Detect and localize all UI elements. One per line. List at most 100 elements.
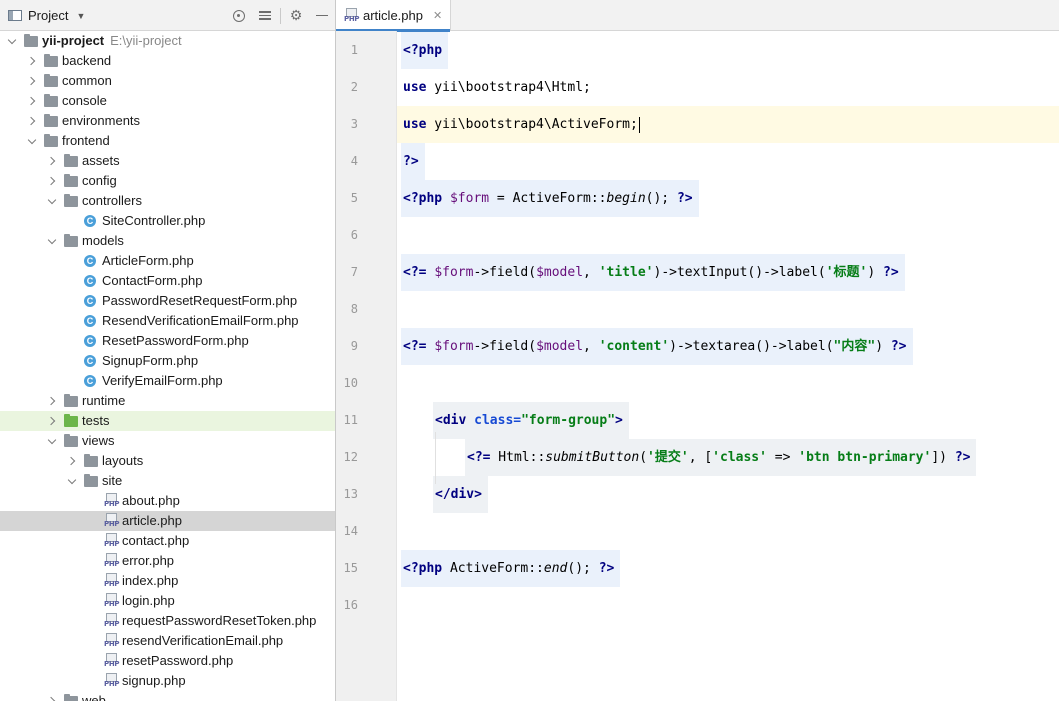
folder-icon (44, 74, 58, 87)
chevron-right-icon[interactable] (26, 71, 38, 91)
tree-folder-item[interactable]: site (0, 471, 335, 491)
code-token: 'title' (598, 265, 654, 280)
tree-folder-item[interactable]: views (0, 431, 335, 451)
chevron-down-icon[interactable] (46, 191, 58, 211)
chevron-right-icon[interactable] (26, 111, 38, 131)
caret-down-icon[interactable]: ▼ (76, 11, 85, 21)
tree-item-label: web (82, 693, 106, 701)
chevron-right-icon[interactable] (46, 391, 58, 411)
tree-file-item[interactable]: C ResendVerificationEmailForm.php (0, 311, 335, 331)
tree-folder-item[interactable]: runtime (0, 391, 335, 411)
code-segment: </div> (433, 476, 488, 513)
code-line[interactable] (397, 587, 1059, 624)
settings-icon[interactable]: ⚙ (283, 0, 309, 31)
code-token: 'btn btn-primary' (798, 450, 932, 465)
tree-item-label: ResetPasswordForm.php (102, 333, 249, 348)
project-view-selector[interactable]: Project ▼ (8, 0, 85, 31)
code-segment: use yii\bootstrap4\Html; (401, 69, 597, 106)
code-token: , [ (688, 450, 713, 465)
code-token: yii\bootstrap4\Html; (426, 80, 591, 95)
tree-folder-item[interactable]: common (0, 71, 335, 91)
code-line[interactable]: <?php (397, 32, 1059, 69)
code-line[interactable]: <?php ActiveForm::end(); ?> (397, 550, 1059, 587)
tree-file-item[interactable]: PHP index.php (0, 571, 335, 591)
code-line[interactable]: ?> (397, 143, 1059, 180)
tree-folder-item[interactable]: backend (0, 51, 335, 71)
tree-file-item[interactable]: PHP about.php (0, 491, 335, 511)
tree-folder-item[interactable]: assets (0, 151, 335, 171)
tree-file-item[interactable]: PHP login.php (0, 591, 335, 611)
code-line[interactable]: <?php $form = ActiveForm::begin(); ?> (397, 180, 1059, 217)
tree-folder-item[interactable]: console (0, 91, 335, 111)
tree-file-item[interactable]: PHP contact.php (0, 531, 335, 551)
tree-file-item[interactable]: C ResetPasswordForm.php (0, 331, 335, 351)
chevron-right-icon[interactable] (46, 171, 58, 191)
tree-item-label: contact.php (122, 533, 190, 548)
chevron-right-icon[interactable] (66, 451, 78, 471)
folder-icon (64, 174, 78, 187)
code-token: '提交' (647, 450, 689, 465)
code-line[interactable] (397, 217, 1059, 254)
line-number-gutter: 1 2 3 4 5 6 7 8 9 10 11 12 13 14 15 16 (336, 31, 396, 701)
chevron-down-icon[interactable] (6, 31, 18, 51)
project-panel-toolbar: ⚙ (226, 0, 335, 31)
locate-target-icon[interactable] (226, 0, 252, 31)
tree-file-item[interactable]: C VerifyEmailForm.php (0, 371, 335, 391)
chevron-down-icon[interactable] (46, 431, 58, 451)
tree-file-item[interactable]: C PasswordResetRequestForm.php (0, 291, 335, 311)
code-token: class= (474, 413, 522, 428)
tree-folder-item[interactable]: layouts (0, 451, 335, 471)
chevron-down-icon[interactable] (46, 231, 58, 251)
code-token: $form (434, 339, 474, 354)
code-token: ?> (676, 191, 693, 206)
tree-file-item[interactable]: C ArticleForm.php (0, 251, 335, 271)
chevron-right-icon[interactable] (46, 691, 58, 701)
code-line[interactable]: use yii\bootstrap4\ActiveForm; (397, 106, 1059, 143)
line-number: 7 (350, 265, 358, 279)
chevron-down-icon[interactable] (66, 471, 78, 491)
tree-file-item[interactable]: PHP signup.php (0, 671, 335, 691)
close-icon[interactable]: ✕ (433, 9, 442, 22)
tree-file-item[interactable]: PHP resetPassword.php (0, 651, 335, 671)
tree-folder-item[interactable]: web (0, 691, 335, 701)
code-line[interactable] (397, 513, 1059, 550)
code-segment: <?= Html::submitButton('提交', ['class' =>… (465, 439, 977, 476)
tab-article-php[interactable]: PHP article.php ✕ (336, 0, 452, 32)
chevron-down-icon[interactable] (26, 131, 38, 151)
chevron-right-icon[interactable] (46, 411, 58, 431)
code-line[interactable]: <?= $form->field($model, 'title')->textI… (397, 254, 1059, 291)
tree-file-item[interactable]: C ContactForm.php (0, 271, 335, 291)
code-line[interactable]: <?= Html::submitButton('提交', ['class' =>… (397, 439, 1059, 476)
tree-folder-item[interactable]: controllers (0, 191, 335, 211)
tree-folder-item[interactable]: yii-project E:\yii-project (0, 31, 335, 51)
tree-folder-item[interactable]: tests (0, 411, 335, 431)
code-line[interactable] (397, 365, 1059, 402)
chevron-right-icon[interactable] (46, 151, 58, 171)
tree-file-item[interactable]: PHP resendVerificationEmail.php (0, 631, 335, 651)
tree-folder-item[interactable]: config (0, 171, 335, 191)
tree-folder-item[interactable]: environments (0, 111, 335, 131)
code-line[interactable] (397, 291, 1059, 328)
tree-folder-item[interactable]: frontend (0, 131, 335, 151)
tree-folder-item[interactable]: models (0, 231, 335, 251)
tree-file-item[interactable]: C SignupForm.php (0, 351, 335, 371)
tree-file-item[interactable]: C SiteController.php (0, 211, 335, 231)
code-token: ( (639, 450, 648, 465)
tree-file-item[interactable]: PHP requestPasswordResetToken.php (0, 611, 335, 631)
chevron-right-icon[interactable] (26, 51, 38, 71)
code-area[interactable]: <?php use yii\bootstrap4\Html; use yii\boo… (397, 31, 1059, 701)
code-line[interactable]: <div class="form-group"> (397, 402, 1059, 439)
tree-item-label: SignupForm.php (102, 353, 199, 368)
tree-item-label: site (102, 473, 123, 488)
tree-file-item[interactable]: PHP error.php (0, 551, 335, 571)
code-token: ->field( (473, 339, 537, 354)
tree-file-item[interactable]: PHP article.php (0, 511, 335, 531)
tree-item-label: ResendVerificationEmailForm.php (102, 313, 299, 328)
chevron-right-icon[interactable] (26, 91, 38, 111)
code-line[interactable]: </div> (397, 476, 1059, 513)
code-line[interactable]: use yii\bootstrap4\Html; (397, 69, 1059, 106)
code-line[interactable]: <?= $form->field($model, 'content')->tex… (397, 328, 1059, 365)
minimize-icon[interactable] (309, 0, 335, 31)
collapse-all-icon[interactable] (252, 0, 278, 31)
